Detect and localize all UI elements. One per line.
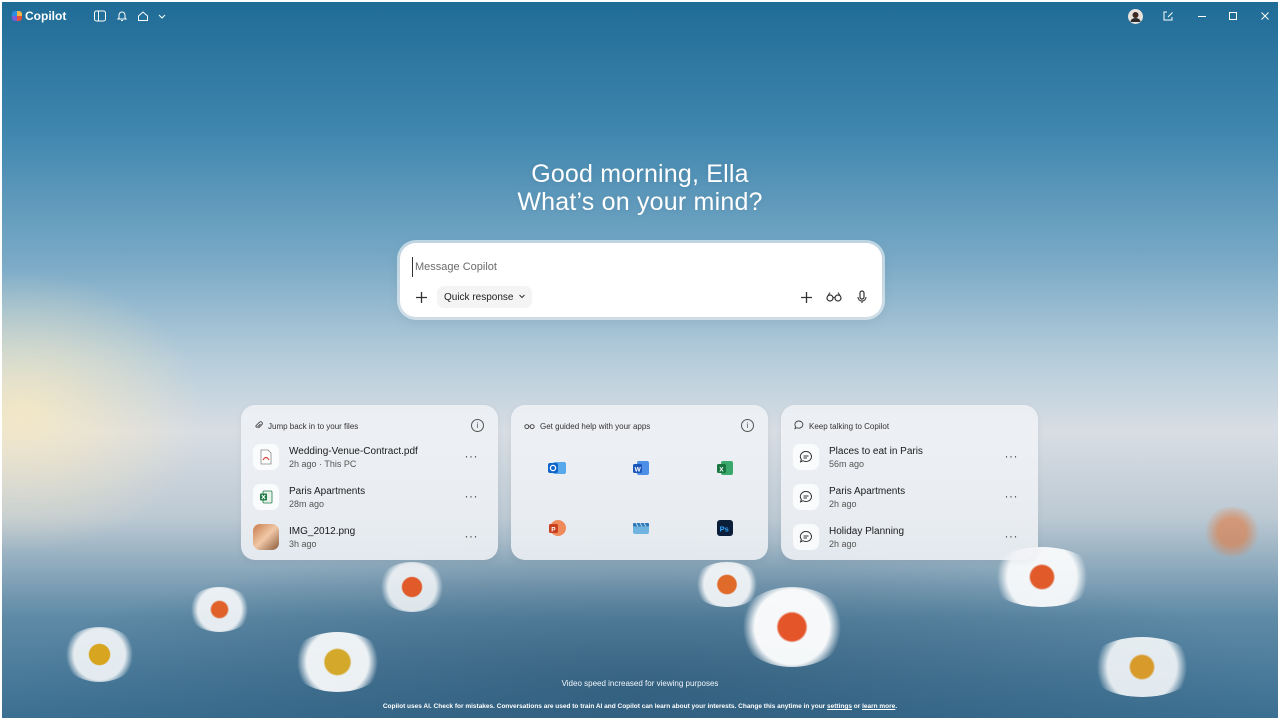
greeting: Good morning, Ella What’s on your mind? [2, 160, 1278, 216]
microphone-icon[interactable] [851, 286, 873, 308]
info-icon[interactable]: i [741, 419, 754, 432]
greeting-line-1: Good morning, Ella [531, 160, 749, 188]
copilot-window: Copilot Good morning, Ella What’s on you… [2, 2, 1278, 718]
info-icon[interactable]: i [471, 419, 484, 432]
message-composer: Quick response [400, 243, 882, 317]
clipchamp-icon[interactable] [631, 518, 651, 538]
background-flower [1202, 507, 1262, 557]
chat-title: Places to eat in Paris [829, 445, 923, 457]
paperclip-icon [254, 417, 263, 435]
vision-glasses-icon [524, 417, 535, 435]
chat-item[interactable]: Places to eat in Paris 56m ago ··· [793, 441, 1026, 473]
card-header: Jump back in to your files i [254, 419, 484, 433]
file-item[interactable]: Paris Apartments 28m ago ··· [253, 481, 486, 513]
card-header: Get guided help with your apps i [524, 419, 754, 433]
chevron-down-icon [518, 292, 526, 303]
ai-disclaimer: Copilot uses AI. Check for mistakes. Con… [2, 703, 1278, 710]
chat-item[interactable]: Holiday Planning 2h ago ··· [793, 521, 1026, 553]
message-input[interactable] [412, 257, 857, 277]
background-flower [737, 587, 847, 667]
more-options-icon[interactable]: ··· [1005, 490, 1019, 502]
chat-bubble-icon [793, 484, 819, 510]
photoshop-icon[interactable]: Ps [715, 518, 735, 538]
chat-bubble-icon [794, 417, 804, 435]
word-icon[interactable]: W [631, 458, 651, 478]
disclaimer-or: or [853, 703, 861, 710]
chat-item[interactable]: Paris Apartments 2h ago ··· [793, 481, 1026, 513]
chat-title: Paris Apartments [829, 485, 906, 497]
background-flower [377, 562, 447, 612]
file-item[interactable]: IMG_2012.png 3h ago ··· [253, 521, 486, 553]
more-options-icon[interactable]: ··· [465, 530, 479, 542]
add-icon[interactable] [410, 286, 432, 308]
file-name: IMG_2012.png [289, 525, 356, 537]
image-thumbnail [253, 524, 279, 550]
card-title: Keep talking to Copilot [809, 421, 890, 431]
powerpoint-icon[interactable]: P [547, 518, 567, 538]
vision-glasses-icon[interactable] [823, 286, 845, 308]
app-brand: Copilot [12, 9, 66, 23]
user-avatar[interactable] [1128, 9, 1143, 24]
outlook-icon[interactable] [547, 458, 567, 478]
response-mode-dropdown[interactable]: Quick response [437, 286, 533, 308]
file-name: Wedding-Venue-Contract.pdf [289, 445, 418, 457]
more-options-icon[interactable]: ··· [1005, 450, 1019, 462]
minimize-icon[interactable] [1196, 10, 1210, 24]
card-header: Keep talking to Copilot [794, 419, 1024, 433]
notifications-bell-icon[interactable] [116, 10, 130, 24]
app-title: Copilot [25, 9, 67, 23]
svg-text:W: W [635, 466, 642, 473]
file-meta: 28m ago [289, 498, 325, 509]
background-flower [62, 627, 137, 682]
card-title: Get guided help with your apps [540, 421, 651, 431]
greeting-line-2: What’s on your mind? [517, 188, 763, 216]
background-flower [1087, 637, 1197, 697]
response-mode-label: Quick response [444, 291, 514, 303]
guided-help-card: Get guided help with your apps i W X P P… [511, 405, 768, 560]
recent-chats-card: Keep talking to Copilot Places to eat in… [781, 405, 1038, 560]
recent-files-card: Jump back in to your files i Wedding-Ven… [241, 405, 498, 560]
sidebar-toggle-icon[interactable] [94, 10, 108, 24]
add-attachment-icon[interactable] [795, 286, 817, 308]
disclaimer-text: Copilot uses AI. Check for mistakes. Con… [382, 703, 826, 710]
settings-link[interactable]: settings [827, 703, 852, 710]
svg-text:P: P [551, 526, 556, 533]
chevron-down-icon[interactable] [157, 10, 171, 24]
home-icon[interactable] [137, 10, 151, 24]
new-chat-icon[interactable] [1162, 10, 1176, 24]
excel-file-icon [253, 484, 279, 510]
chat-bubble-icon [793, 444, 819, 470]
svg-text:X: X [719, 466, 724, 473]
file-item[interactable]: Wedding-Venue-Contract.pdf 2h ago · This… [253, 441, 486, 473]
maximize-icon[interactable] [1227, 10, 1241, 24]
file-name: Paris Apartments [289, 485, 366, 497]
title-bar: Copilot [2, 2, 1278, 32]
background-flower [187, 587, 252, 632]
disclaimer-end: . [895, 703, 898, 710]
chat-meta: 2h ago [829, 498, 857, 509]
svg-text:Ps: Ps [720, 525, 729, 534]
chat-title: Holiday Planning [829, 525, 905, 537]
more-options-icon[interactable]: ··· [465, 450, 479, 462]
more-options-icon[interactable]: ··· [465, 490, 479, 502]
excel-icon[interactable]: X [715, 458, 735, 478]
learn-more-link[interactable]: learn more [862, 703, 895, 710]
card-title: Jump back in to your files [268, 421, 359, 431]
more-options-icon[interactable]: ··· [1005, 530, 1019, 542]
file-meta: 2h ago · This PC [289, 458, 357, 469]
close-icon[interactable] [1259, 10, 1273, 24]
file-meta: 3h ago [289, 538, 317, 549]
copilot-logo-icon [12, 11, 22, 21]
chat-bubble-icon [793, 524, 819, 550]
pdf-file-icon [253, 444, 279, 470]
chat-meta: 2h ago [829, 538, 857, 549]
chat-meta: 56m ago [829, 458, 865, 469]
video-speed-note: Video speed increased for viewing purpos… [561, 679, 719, 688]
